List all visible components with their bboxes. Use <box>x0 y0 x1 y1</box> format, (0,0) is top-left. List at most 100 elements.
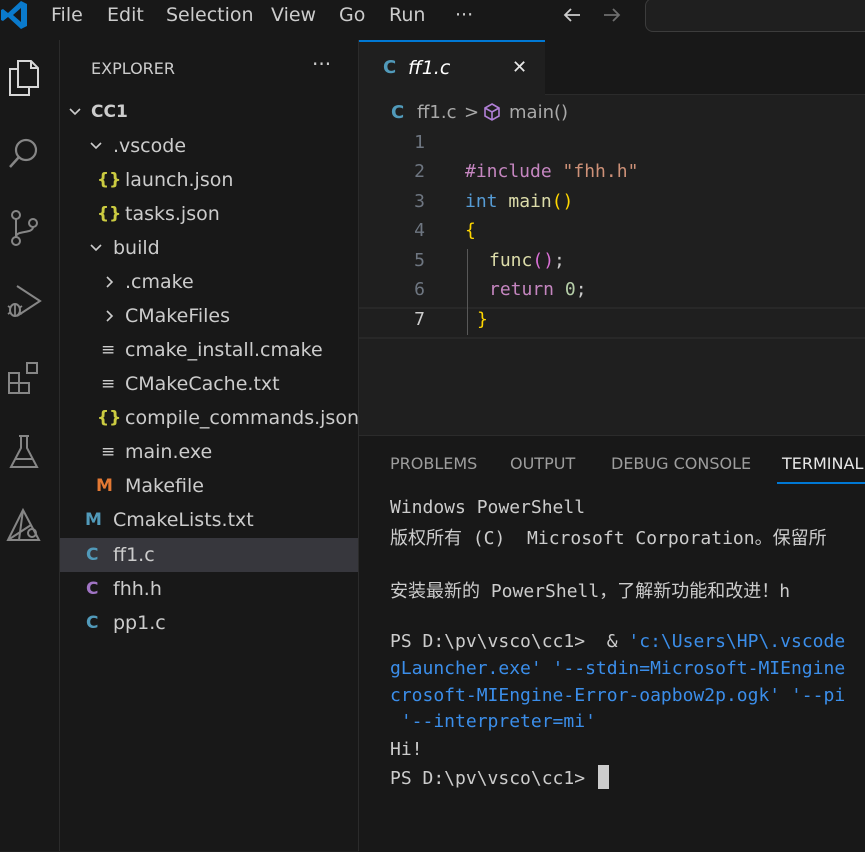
tree-folder-cc1[interactable]: CC1 <box>60 95 358 129</box>
menu-run[interactable]: Run <box>389 0 425 30</box>
json-file-icon: {} <box>97 408 122 428</box>
tree-folder-cmakefiles[interactable]: CMakeFiles <box>60 299 358 333</box>
terminal-command-continued: '--interpreter=mi' <box>390 711 596 732</box>
explorer-icon[interactable] <box>0 54 48 102</box>
cmake-file-icon: M <box>85 510 102 530</box>
line-number: 5 <box>414 250 425 271</box>
semicolon: ; <box>575 279 587 300</box>
menu-file[interactable]: File <box>51 0 83 30</box>
source-control-icon[interactable] <box>0 204 48 252</box>
tree-file-pp1-c[interactable]: C pp1.c <box>60 606 358 640</box>
menu-selection[interactable]: Selection <box>166 0 254 30</box>
tree-file-launch-json[interactable]: {} launch.json <box>60 163 358 197</box>
extensions-icon[interactable] <box>0 354 48 402</box>
close-icon[interactable]: ✕ <box>512 57 527 78</box>
terminal-line: Windows PowerShell <box>390 497 586 518</box>
tree-file-cmakelists[interactable]: M CmakeLists.txt <box>60 503 358 537</box>
tree-label: .cmake <box>125 271 194 293</box>
tree-file-cmake-install[interactable]: ≡ cmake_install.cmake <box>60 333 358 367</box>
tree-file-compile-commands[interactable]: {} compile_commands.json <box>60 401 359 435</box>
json-file-icon: {} <box>97 204 122 224</box>
terminal-prompt-line[interactable]: PS D:\pv\vsco\cc1> <box>390 765 609 789</box>
tree-folder-build[interactable]: build <box>60 231 358 265</box>
code-line-6: 6 return 0; <box>359 279 865 309</box>
tree-folder-vscode[interactable]: .vscode <box>60 129 358 163</box>
tree-label: fhh.h <box>113 578 162 600</box>
menu-go[interactable]: Go <box>339 0 365 30</box>
code-editor[interactable]: C ff1.c > main() 1 2 #include "fhh.h" 3 … <box>359 95 865 435</box>
terminal-command-line: PS D:\pv\vsco\cc1> & 'c:\Users\HP\.vscod… <box>390 631 845 652</box>
include-string: "fhh.h" <box>562 161 639 182</box>
explorer-more-actions[interactable]: ··· <box>312 52 331 76</box>
breadcrumb: C ff1.c > main() <box>359 95 865 131</box>
tree-label: launch.json <box>125 169 234 191</box>
int-keyword: int <box>465 191 498 212</box>
terminal-prompt: PS D:\pv\vsco\cc1> <box>390 768 596 789</box>
title-bar: File Edit Selection View Go Run ··· <box>0 0 865 40</box>
close-brace: } <box>477 309 488 330</box>
return-value: 0 <box>564 279 576 300</box>
tree-file-cmakecache[interactable]: ≡ CMakeCache.txt <box>60 367 358 401</box>
method-cube-icon <box>484 103 500 121</box>
semicolon: ; <box>554 250 565 271</box>
testing-flask-icon[interactable] <box>0 428 48 476</box>
menu-edit-label: Edit <box>107 4 144 26</box>
menu-view-label: View <box>271 4 317 26</box>
indent-guide <box>467 249 468 335</box>
tree-label: CC1 <box>91 102 128 122</box>
tree-label: Makefile <box>125 475 204 497</box>
code-line-3: 3 int main() <box>359 191 865 221</box>
tree-label: .vscode <box>113 135 187 157</box>
c-file-icon: C <box>391 102 405 123</box>
json-file-icon: {} <box>97 170 122 190</box>
cmake-tools-icon[interactable] <box>0 502 48 550</box>
chevron-down-icon <box>90 244 102 252</box>
chevron-right-icon <box>106 276 114 288</box>
code-line-5: 5 func(); <box>359 250 865 280</box>
menu-edit[interactable]: Edit <box>107 0 144 30</box>
forward-arrow-icon[interactable] <box>601 4 623 26</box>
terminal-prompt: PS D:\pv\vsco\cc1> & <box>390 631 629 652</box>
menu-view[interactable]: View <box>271 0 316 30</box>
terminal-command-continued: crosoft-MIEngine-Error-oapbow2p.ogk' '--… <box>390 685 846 706</box>
active-tab-indicator <box>777 482 865 484</box>
tree-file-ff1-c[interactable]: C ff1.c <box>60 538 358 572</box>
tree-label: ff1.c <box>113 544 155 566</box>
tab-terminal[interactable]: TERMINAL <box>782 454 863 473</box>
menu-selection-label: Selection <box>166 4 254 26</box>
tree-folder-dot-cmake[interactable]: .cmake <box>60 265 358 299</box>
terminal-line: 版权所有 (C) Microsoft Corporation。保留所 <box>390 528 827 549</box>
code-line-7-current: 7 } <box>359 307 865 339</box>
tree-label: main.exe <box>125 441 213 463</box>
terminal-cursor <box>597 765 609 789</box>
tab-debug-console[interactable]: DEBUG CONSOLE <box>611 454 751 473</box>
tab-output[interactable]: OUTPUT <box>510 454 575 473</box>
tree-file-makefile[interactable]: M Makefile <box>60 469 358 503</box>
makefile-icon: M <box>96 476 113 496</box>
chevron-down-icon <box>69 108 81 116</box>
tree-file-fhh-h[interactable]: C fhh.h <box>60 572 358 606</box>
terminal-command-continued: gLauncher.exe' '--stdin=Microsoft-MIEngi… <box>390 658 846 679</box>
run-debug-icon[interactable] <box>0 278 48 326</box>
search-icon[interactable] <box>0 130 48 178</box>
breadcrumb-symbol[interactable]: main() <box>509 102 568 123</box>
tab-problems[interactable]: PROBLEMS <box>390 454 477 473</box>
tree-label: CMakeFiles <box>125 305 231 327</box>
text-file-icon: ≡ <box>101 340 116 360</box>
menu-more[interactable]: ··· <box>455 0 473 30</box>
code-line-4: 4 { <box>359 220 865 250</box>
breadcrumb-file[interactable]: ff1.c <box>417 102 456 123</box>
explorer-title: EXPLORER <box>91 59 175 78</box>
command-center-search[interactable] <box>645 0 865 32</box>
text-file-icon: ≡ <box>101 442 116 462</box>
chevron-right-icon <box>106 310 114 322</box>
back-arrow-icon[interactable] <box>561 4 583 26</box>
code-line-1: 1 <box>359 132 865 162</box>
terminal-command: 'c:\Users\HP\.vscode <box>628 631 846 652</box>
line-number: 6 <box>414 279 425 300</box>
tree-file-main-exe[interactable]: ≡ main.exe <box>60 435 358 469</box>
tab-ff1-c[interactable]: C ff1.c ✕ <box>359 40 545 95</box>
tree-label: tasks.json <box>125 203 220 225</box>
open-brace: { <box>465 220 476 241</box>
tree-file-tasks-json[interactable]: {} tasks.json <box>60 197 358 231</box>
